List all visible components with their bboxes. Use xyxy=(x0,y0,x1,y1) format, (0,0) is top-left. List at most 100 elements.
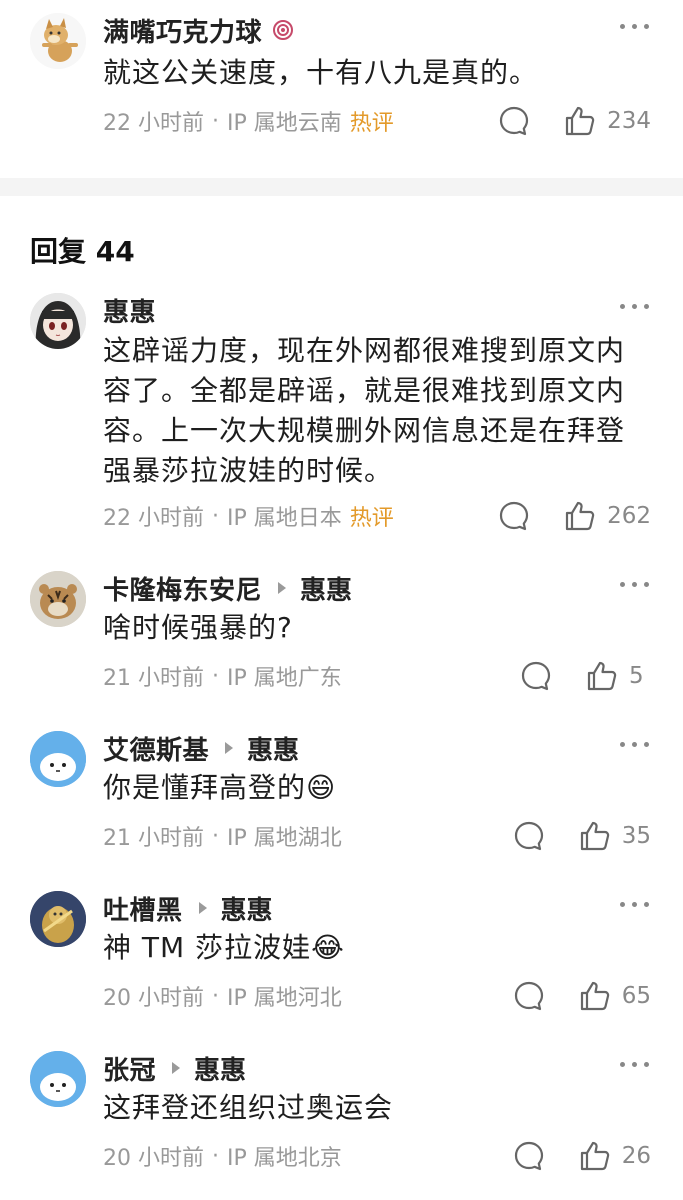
thumbs-up-icon[interactable] xyxy=(585,659,619,693)
thumbs-up-icon[interactable] xyxy=(563,104,597,138)
avatar[interactable] xyxy=(30,293,86,349)
avatar[interactable] xyxy=(30,1051,86,1107)
avatar[interactable] xyxy=(30,571,86,627)
badge-icon xyxy=(273,20,294,40)
golden-warrior-avatar-icon xyxy=(30,891,86,947)
tiger-avatar-icon xyxy=(30,571,86,627)
reply-arrow-icon xyxy=(198,902,207,914)
cartoon-avatar-icon xyxy=(30,1051,86,1107)
meta-separator: · xyxy=(212,983,219,1009)
comment-text: 啥时候强暴的? xyxy=(103,611,293,644)
reply-arrow-icon xyxy=(225,742,234,754)
comment-actions: 234 xyxy=(497,102,651,140)
comment-bubble-icon[interactable] xyxy=(497,499,531,533)
ip-location: IP 属地河北 xyxy=(227,986,342,1011)
ip-location: IP 属地云南 xyxy=(227,111,342,136)
anime-girl-avatar-icon xyxy=(30,293,86,349)
like-count: 26 xyxy=(621,1143,651,1169)
more-options-icon[interactable] xyxy=(620,742,649,747)
reply-item: 卡隆梅东安尼 惠惠 啥时候强暴的? 21 小时前 · IP 属地广东 5 xyxy=(0,558,683,708)
thumbs-up-icon[interactable] xyxy=(578,979,612,1013)
comment-text: 你是懂拜高登的😄 xyxy=(103,771,337,804)
name-row: 满嘴巧克力球 xyxy=(103,12,294,49)
like-count: 35 xyxy=(621,823,651,849)
comment-actions: 35 xyxy=(512,817,651,855)
name-row: 吐槽黑 惠惠 xyxy=(103,890,273,927)
comment-bubble-icon[interactable] xyxy=(497,104,531,138)
avatar[interactable] xyxy=(30,891,86,947)
comment-meta: 22 小时前 · IP 属地日本 热评 xyxy=(103,499,394,533)
avatar[interactable] xyxy=(30,13,86,69)
ip-location: IP 属地广东 xyxy=(227,666,342,691)
name-row: 惠惠 xyxy=(103,292,156,329)
comment-meta: 20 小时前 · IP 属地河北 xyxy=(103,979,342,1013)
shiba-dog-avatar-icon xyxy=(30,13,86,69)
more-options-icon[interactable] xyxy=(620,304,649,309)
timestamp: 20 小时前 xyxy=(103,986,204,1011)
name-row: 艾德斯基 惠惠 xyxy=(103,730,299,767)
top-comment: 满嘴巧克力球 就这公关速度，十有八九是真的。 22 小时前 · IP 属地云南 … xyxy=(0,0,683,178)
comment-text: 就这公关速度，十有八九是真的。 xyxy=(103,56,539,89)
comment-actions: 5 xyxy=(519,657,651,695)
replies-header: 回复 44 xyxy=(30,235,135,268)
like-count: 262 xyxy=(607,503,651,529)
comment-meta: 21 小时前 · IP 属地湖北 xyxy=(103,819,342,853)
reply-target[interactable]: 惠惠 xyxy=(221,890,273,927)
username[interactable]: 艾德斯基 xyxy=(103,730,209,767)
timestamp: 21 小时前 xyxy=(103,826,204,851)
avatar[interactable] xyxy=(30,731,86,787)
cartoon-avatar-icon xyxy=(30,731,86,787)
comment-actions: 65 xyxy=(512,977,651,1015)
comment-meta: 20 小时前 · IP 属地北京 xyxy=(103,1139,342,1173)
name-row: 张冠 惠惠 xyxy=(103,1050,246,1087)
username[interactable]: 张冠 xyxy=(103,1050,156,1087)
thumbs-up-icon[interactable] xyxy=(578,1139,612,1173)
meta-separator: · xyxy=(212,823,219,849)
section-divider xyxy=(0,178,683,196)
username[interactable]: 惠惠 xyxy=(103,292,156,329)
reply-item: 张冠 惠惠 这拜登还组织过奥运会 20 小时前 · IP 属地北京 26 xyxy=(0,1038,683,1188)
comment-meta: 22 小时前 · IP 属地云南 热评 xyxy=(103,104,394,138)
name-row: 卡隆梅东安尼 惠惠 xyxy=(103,570,352,607)
reply-arrow-icon xyxy=(172,1062,181,1074)
reply-target[interactable]: 惠惠 xyxy=(194,1050,246,1087)
reply-arrow-icon xyxy=(278,582,287,594)
comment-bubble-icon[interactable] xyxy=(512,1139,546,1173)
username[interactable]: 卡隆梅东安尼 xyxy=(103,570,262,607)
hot-badge: 热评 xyxy=(349,111,394,136)
comment-text: 这拜登还组织过奥运会 xyxy=(103,1091,394,1124)
ip-location: IP 属地湖北 xyxy=(227,826,342,851)
ip-location: IP 属地日本 xyxy=(227,506,342,531)
reply-item: 艾德斯基 惠惠 你是懂拜高登的😄 21 小时前 · IP 属地湖北 35 xyxy=(0,718,683,868)
more-options-icon[interactable] xyxy=(620,24,649,29)
comment-thread-page: 满嘴巧克力球 就这公关速度，十有八九是真的。 22 小时前 · IP 属地云南 … xyxy=(0,0,683,1200)
thumbs-up-icon[interactable] xyxy=(578,819,612,853)
reply-target[interactable]: 惠惠 xyxy=(300,570,352,607)
comment-actions: 26 xyxy=(512,1137,651,1175)
more-options-icon[interactable] xyxy=(620,902,649,907)
comment-actions: 262 xyxy=(497,497,651,535)
thumbs-up-icon[interactable] xyxy=(563,499,597,533)
timestamp: 21 小时前 xyxy=(103,666,204,691)
like-count: 65 xyxy=(621,983,651,1009)
meta-separator: · xyxy=(212,108,219,134)
reply-item: 惠惠 这辟谣力度，现在外网都很难搜到原文内容了。全都是辟谣，就是很难找到原文内容… xyxy=(0,280,683,545)
meta-separator: · xyxy=(212,663,219,689)
ip-location: IP 属地北京 xyxy=(227,1146,342,1171)
comment-meta: 21 小时前 · IP 属地广东 xyxy=(103,659,342,693)
username[interactable]: 吐槽黑 xyxy=(103,890,183,927)
timestamp: 22 小时前 xyxy=(103,111,204,136)
comment-bubble-icon[interactable] xyxy=(519,659,553,693)
more-options-icon[interactable] xyxy=(620,1062,649,1067)
more-options-icon[interactable] xyxy=(620,582,649,587)
timestamp: 20 小时前 xyxy=(103,1146,204,1171)
comment-bubble-icon[interactable] xyxy=(512,979,546,1013)
meta-separator: · xyxy=(212,503,219,529)
like-count: 234 xyxy=(607,108,651,134)
meta-separator: · xyxy=(212,1143,219,1169)
reply-target[interactable]: 惠惠 xyxy=(247,730,299,767)
like-count: 5 xyxy=(629,663,644,689)
username[interactable]: 满嘴巧克力球 xyxy=(103,12,262,49)
comment-text: 这辟谣力度，现在外网都很难搜到原文内容了。全都是辟谣，就是很难找到原文内容。上一… xyxy=(103,334,626,487)
comment-bubble-icon[interactable] xyxy=(512,819,546,853)
